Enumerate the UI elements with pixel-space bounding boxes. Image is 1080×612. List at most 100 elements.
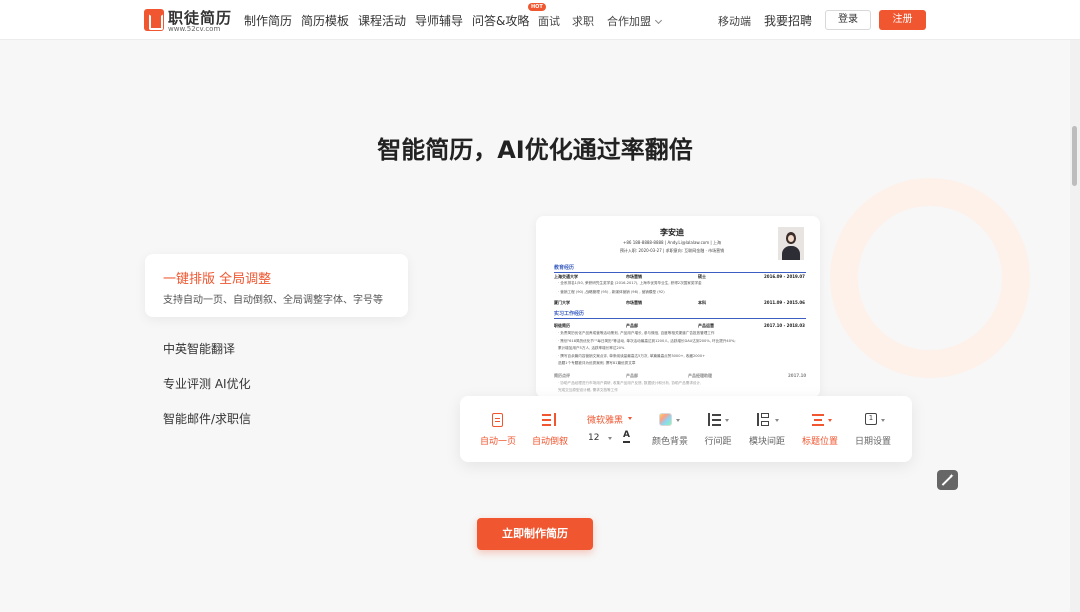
edu-school: 厦门大学 — [554, 300, 570, 305]
color-palette-icon — [659, 413, 672, 426]
title-position-label: 标题位置 — [801, 437, 838, 447]
chevron-down-icon — [775, 419, 779, 422]
resume-photo — [778, 227, 804, 260]
line — [542, 414, 551, 416]
block-spacing-button[interactable]: 模块间距 — [746, 396, 788, 462]
title-align-icon — [812, 413, 826, 426]
sparkle: ✦ — [949, 473, 955, 480]
resume-name: 李安迪 — [660, 228, 684, 237]
block — [761, 421, 769, 426]
work-line: · 策划"618简历优化节""每日简历"等活动, 单次活动最高达到1200人, … — [558, 339, 736, 343]
resume-section-work: 实习工作经历 — [554, 310, 806, 319]
hot-badge: HOT — [528, 3, 546, 11]
line — [542, 424, 551, 426]
bar — [554, 413, 556, 426]
date-setting-label: 日期设置 — [854, 437, 891, 447]
work-line: · 撰写百余篇内容营销文案点评, 单条阅读量最高达5万次, 单篇最高点赞3000… — [558, 354, 706, 358]
edu-school: 上海交通大学 — [554, 274, 578, 279]
feature-active-title: 一键排版 全局调整 — [163, 272, 272, 287]
resume-section-education: 教育经历 — [554, 264, 806, 273]
line — [812, 424, 824, 426]
nav-recruit[interactable]: 我要招聘 — [764, 12, 812, 29]
edu-major: 市场营销 — [626, 300, 642, 305]
top-nav: 职徒简历 www.52cv.com 制作简历 简历模板 课程活动 导师辅导 问答… — [0, 0, 1080, 40]
nav-mentor[interactable]: 导师辅导 — [415, 12, 463, 29]
nav-qa[interactable]: 问答&攻略 — [472, 12, 529, 29]
resume-preview: 李安迪 +86 188-8888-8888 | Andy.Li@lalalaw.… — [536, 216, 820, 398]
nav-partner[interactable]: 合作加盟 — [607, 13, 663, 29]
work-line: 选题1个专题被评为优秀案例, 撰写81篇优秀文章 — [558, 361, 636, 365]
line-spacing-icon — [708, 413, 721, 426]
work-dept: 产品部 — [626, 323, 638, 328]
date-setting-button[interactable]: 1 日期设置 — [852, 396, 894, 462]
resume-intent: 预计入职: 2020-03-27 | 求职意向: 互联网金融 · 市场营销 — [619, 248, 725, 253]
create-resume-button[interactable]: 立即制作简历 — [477, 518, 593, 550]
line — [542, 419, 551, 421]
block-spacing-label: 模块间距 — [748, 437, 785, 447]
page-scrollbar[interactable] — [1070, 40, 1080, 612]
line — [814, 419, 822, 421]
feature-active-desc: 支持自动一页、自动倒叙、全局调整字体、字号等 — [163, 295, 383, 306]
reverse-order-icon — [542, 413, 556, 426]
edu-major: 市场营销 — [626, 274, 642, 279]
edu-degree: 硕士 — [698, 274, 706, 279]
title-position-button[interactable]: 标题位置 — [798, 396, 842, 462]
nav-courses[interactable]: 课程活动 — [358, 12, 406, 29]
photo-body — [782, 246, 800, 260]
arrow-shaft — [708, 413, 710, 426]
logo[interactable]: 职徒简历 www.52cv.com — [144, 6, 234, 34]
line — [712, 424, 721, 426]
font-color-icon[interactable]: A — [623, 430, 630, 443]
work-company: 简历点评 — [554, 373, 570, 378]
nav-jobs[interactable]: 求职 — [572, 13, 594, 29]
edu-date: 2011.09 - 2015.06 — [764, 300, 805, 305]
nav-templates[interactable]: 简历模板 — [301, 12, 349, 29]
format-toolbar: 自动一页 自动倒叙 微软雅黑 12 A 颜色背景 行间距 模块间距 标题位置 1… — [460, 396, 912, 462]
photo-face — [788, 235, 794, 242]
font-size-select[interactable]: 12 — [588, 433, 599, 443]
color-background-label: 颜色背景 — [651, 437, 688, 447]
edu-date: 2016.09 - 2019.07 — [764, 274, 805, 279]
nav-mobile[interactable]: 移动端 — [718, 13, 751, 29]
scrollbar-thumb[interactable] — [1072, 126, 1077, 186]
auto-reverse-button[interactable]: 自动倒叙 — [528, 396, 572, 462]
work-line: 完成交互原型设计稿, 需求文档等工作 — [558, 388, 618, 392]
nav-interview[interactable]: 面试 — [538, 13, 560, 29]
line — [712, 414, 721, 416]
magic-wand-icon[interactable]: ✦ — [937, 470, 958, 490]
chevron-down-icon — [676, 419, 680, 422]
logo-icon — [144, 9, 164, 31]
calendar-icon: 1 — [865, 413, 877, 425]
feature-ai-review[interactable]: 专业评测 AI优化 — [163, 375, 251, 392]
line-spacing-button[interactable]: 行间距 — [700, 396, 736, 462]
chevron-down-icon — [881, 419, 885, 422]
line — [712, 419, 721, 421]
line-spacing-label: 行间距 — [704, 437, 732, 447]
document-icon — [492, 413, 503, 427]
work-line: 累计增加用户5万人, 活跃率增长率达20% — [558, 346, 625, 350]
edu-degree: 本科 — [698, 300, 706, 305]
auto-reverse-label: 自动倒叙 — [531, 437, 568, 447]
font-family-select[interactable]: 微软雅黑 — [587, 413, 623, 426]
chevron-down-icon — [725, 419, 729, 422]
color-background-button[interactable]: 颜色背景 — [646, 396, 694, 462]
edu-line: · 营销工程 (90) ,战略管理 (95) , 新媒体营销 (96) , 营销… — [558, 290, 665, 294]
chevron-down-icon — [608, 437, 612, 440]
feature-one-click-layout[interactable]: 一键排版 全局调整 支持自动一页、自动倒叙、全局调整字体、字号等 — [145, 254, 408, 317]
chevron-down-icon — [654, 16, 663, 25]
work-title: 产品运营 — [698, 323, 714, 328]
auto-one-page-label: 自动一页 — [479, 437, 516, 447]
resume-contact: +86 188-8888-8888 | Andy.Li@lalalaw.com … — [623, 240, 721, 245]
register-button[interactable]: 注册 — [879, 10, 926, 30]
decorative-ring — [830, 178, 1030, 378]
chevron-down-icon — [628, 417, 632, 420]
work-line: · 负责简历优化产品养成营等活动策划, 产品用户增长, 参与微信, 百度等相关渠… — [558, 331, 715, 335]
work-date: 2017.10 — [788, 373, 807, 378]
feature-email-letter[interactable]: 智能邮件/求职信 — [163, 410, 251, 427]
feature-translate[interactable]: 中英智能翻译 — [163, 340, 235, 357]
nav-make-resume[interactable]: 制作简历 — [244, 12, 292, 29]
login-button[interactable]: 登录 — [825, 10, 871, 30]
work-date: 2017.10 - 2018.03 — [764, 323, 805, 328]
auto-one-page-button[interactable]: 自动一页 — [470, 396, 526, 462]
chevron-down-icon — [828, 419, 832, 422]
